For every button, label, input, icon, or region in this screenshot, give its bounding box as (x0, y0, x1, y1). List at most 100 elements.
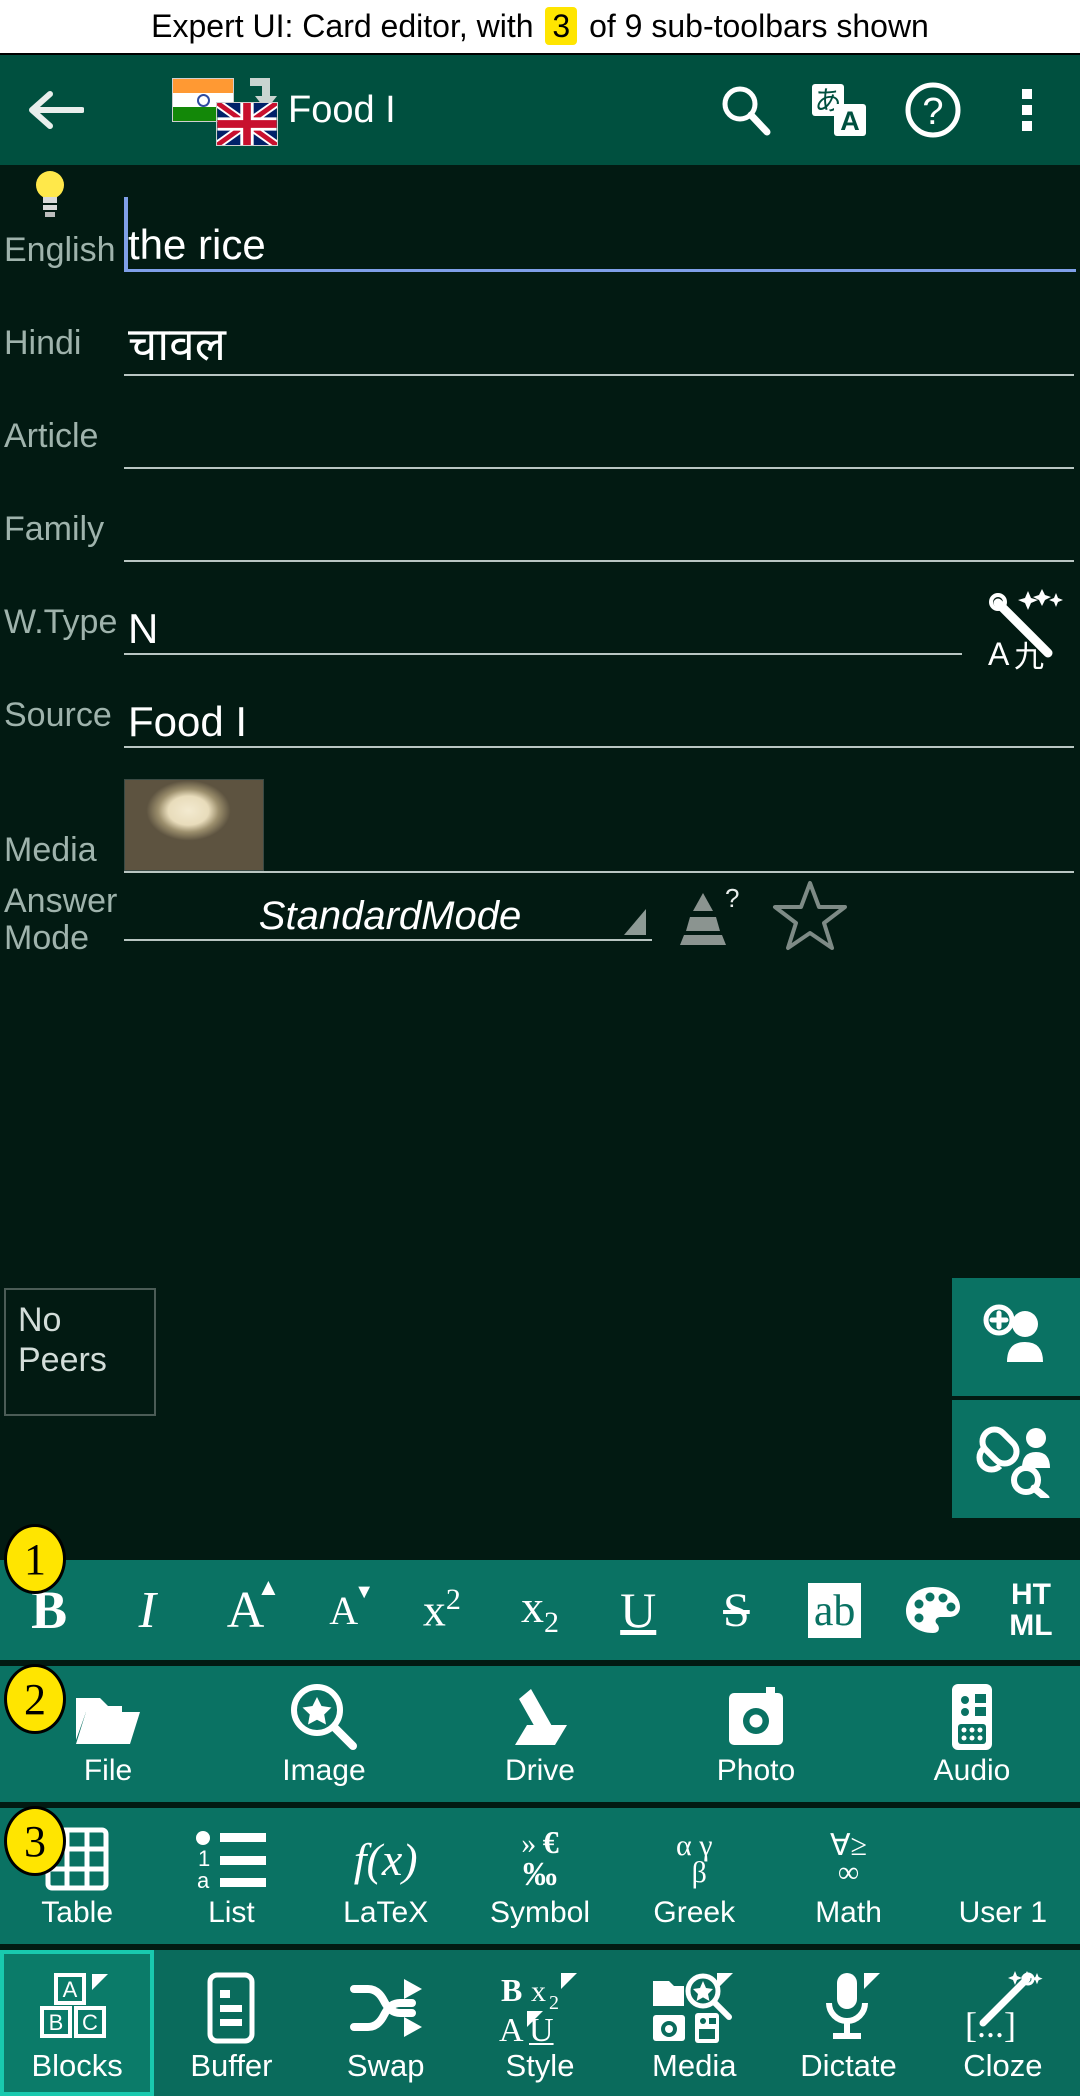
button-label: Image (282, 1754, 366, 1787)
greek-button[interactable]: α γβ Greek (617, 1808, 771, 1946)
button-label: List (208, 1896, 255, 1929)
no-peers-box: No Peers (4, 1288, 156, 1416)
svg-text:[...]: [...] (965, 2005, 1016, 2045)
button-label: LaTeX (343, 1896, 429, 1929)
transliterate-button[interactable]: A 九 (972, 589, 1080, 673)
app-bar: Food I あ A ? (0, 55, 1080, 165)
superscript-button[interactable]: x2 (393, 1560, 491, 1660)
image-search-icon (289, 1678, 359, 1756)
button-label: Dictate (800, 2048, 897, 2083)
field-row-wtype: W.Type N A 九 (0, 589, 1080, 673)
dictate-button[interactable]: Dictate (771, 1950, 925, 2096)
audio-button[interactable]: Audio (864, 1666, 1080, 1804)
font-size-down-glyph: A ▼ (329, 1581, 374, 1634)
field-input-article[interactable] (124, 403, 1080, 469)
card-editor-screen: Expert UI: Card editor, with 3 of 9 sub-… (0, 0, 1080, 2096)
svg-text:a: a (197, 1868, 210, 1892)
svg-text:A: A (63, 1977, 78, 2002)
drive-button[interactable]: Drive (432, 1666, 648, 1804)
field-input-hindi[interactable]: चावल (124, 310, 1080, 376)
html-button[interactable]: HT ML (982, 1560, 1080, 1660)
field-label-media: Media (0, 775, 124, 873)
favourite-button[interactable] (764, 875, 856, 956)
field-value-wtype: N (128, 605, 159, 652)
deck-title-area[interactable]: Food I (110, 74, 698, 146)
highlight-button[interactable]: ab (786, 1560, 884, 1660)
label-text: Hindi (4, 324, 82, 362)
svg-text:A: A (988, 636, 1010, 672)
answer-mode-spinner[interactable]: StandardMode (124, 875, 654, 956)
link-peer-search-button[interactable] (952, 1400, 1080, 1518)
field-input-media[interactable] (124, 775, 1080, 873)
svg-text:?: ? (922, 91, 943, 133)
translate-button[interactable]: あ A (792, 55, 886, 165)
peers-line-1: No (18, 1301, 62, 1339)
underline-button[interactable]: U (589, 1560, 687, 1660)
camera-icon (723, 1678, 789, 1756)
field-label-hindi: Hindi (0, 310, 124, 376)
symbol-button[interactable]: » € ‰ Symbol (463, 1808, 617, 1946)
field-label-wtype: W.Type (0, 589, 124, 673)
image-button[interactable]: Image (216, 1666, 432, 1804)
style-button[interactable]: B x 2 A U Style (463, 1950, 617, 2096)
button-label: Photo (716, 1754, 796, 1787)
strikethrough-button[interactable]: S (687, 1560, 785, 1660)
button-label: Buffer (190, 2048, 273, 2083)
field-underline (124, 269, 1076, 272)
button-label: Greek (653, 1896, 736, 1929)
latex-button[interactable]: f(x) LaTeX (309, 1808, 463, 1946)
swap-button[interactable]: Swap (309, 1950, 463, 2096)
field-row-family: Family (0, 496, 1080, 562)
symbol-toolbar: Table 1 a List f(x) LaTeX » € ‰ Symbol α… (0, 1808, 1080, 1946)
abc-blocks-icon: A B C (40, 1966, 114, 2050)
button-label: Style (505, 2048, 575, 2083)
buffer-button[interactable]: Buffer (154, 1950, 308, 2096)
badge-3: 3 (4, 1806, 66, 1876)
media-group-icon (651, 1966, 737, 2050)
language-pair-icon[interactable] (172, 74, 282, 146)
search-button[interactable] (698, 55, 792, 165)
field-label-answer-mode: Answer Mode (0, 875, 124, 956)
svg-text:2: 2 (549, 1992, 559, 2014)
answer-mode-value: StandardMode (258, 894, 522, 938)
label-text: English (4, 231, 116, 269)
shuffle-icon (348, 1966, 424, 2050)
field-underline (124, 374, 1074, 376)
blocks-button[interactable]: A B C Blocks (0, 1950, 155, 2096)
add-peer-button[interactable] (952, 1278, 1080, 1396)
subscript-button[interactable]: x2 (491, 1560, 589, 1660)
field-input-english[interactable]: the rice (124, 197, 1080, 272)
svg-text:?: ? (725, 885, 739, 913)
field-input-wtype[interactable]: N (124, 589, 972, 673)
list-button[interactable]: 1 a List (154, 1808, 308, 1946)
media-button[interactable]: Media (617, 1950, 771, 2096)
lightbulb-icon[interactable] (30, 167, 70, 219)
answer-level-button[interactable]: ? (654, 875, 764, 956)
overflow-menu-button[interactable] (980, 55, 1074, 165)
back-button[interactable] (0, 88, 110, 132)
document-icon (205, 1966, 257, 2050)
math-button[interactable]: ∀≥ ∞ Math (771, 1808, 925, 1946)
help-button[interactable]: ? (886, 55, 980, 165)
field-input-family[interactable] (124, 496, 1080, 562)
field-input-source[interactable]: Food I (124, 682, 1080, 748)
user1-button[interactable]: User 1 (926, 1808, 1080, 1946)
button-label: Table (41, 1896, 113, 1929)
cloze-brackets-icon: [...] (963, 1966, 1043, 2050)
text-colour-button[interactable] (884, 1560, 982, 1660)
button-label: User 1 (958, 1896, 1047, 1929)
highlight-glyph: ab (807, 1582, 862, 1638)
rice-bowl-thumbnail[interactable] (124, 779, 264, 871)
button-label: Cloze (963, 2048, 1043, 2083)
caption-after: of 9 sub-toolbars shown (580, 8, 929, 44)
underline-glyph: U (620, 1582, 657, 1638)
svg-text:B: B (501, 1972, 522, 2008)
font-size-up-button[interactable]: A ▲ (196, 1560, 294, 1660)
italic-button[interactable]: I (98, 1560, 196, 1660)
field-underline (124, 871, 1074, 873)
cloze-button[interactable]: [...] Cloze (926, 1950, 1080, 2096)
photo-button[interactable]: Photo (648, 1666, 864, 1804)
page-title: Food I (288, 88, 396, 131)
font-size-down-button[interactable]: A ▼ (295, 1560, 393, 1660)
button-label: Blocks (31, 2048, 123, 2083)
